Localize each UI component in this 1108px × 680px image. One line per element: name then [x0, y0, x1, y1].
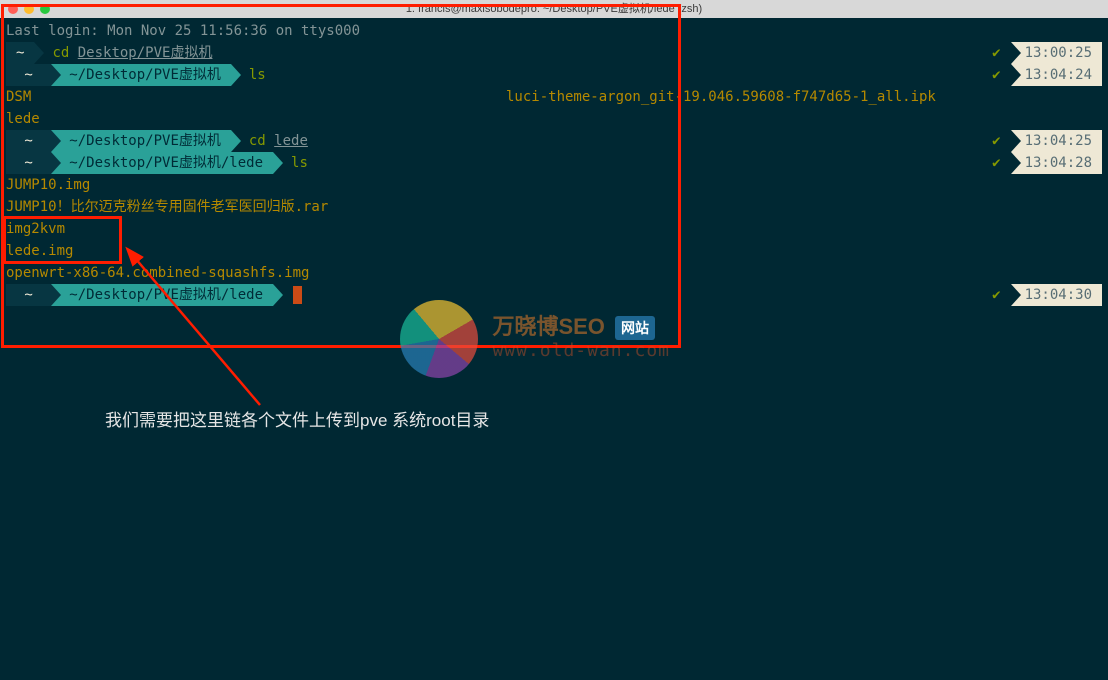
output-line: DSM luci-theme-argon_git-19.046.59608-f7… — [6, 86, 1102, 108]
watermark: 万晓博SEO 网站 www.old-wan.com — [400, 300, 730, 378]
command-text: cd Desktop/PVE虚拟机 — [52, 42, 212, 64]
timestamp: 13:04:30 — [1011, 284, 1102, 306]
path-segment: ~/Desktop/PVE虚拟机 — [51, 64, 231, 86]
path-segment: ~/Desktop/PVE虚拟机/lede — [51, 152, 273, 174]
window-title: 1. francis@maxisobodepro: ~/Desktop/PVE虚… — [0, 0, 1108, 20]
annotation-caption: 我们需要把这里链各个文件上传到pve 系统root目录 — [105, 410, 489, 432]
path-home-segment: ~ — [6, 64, 51, 86]
chevron-right-icon — [231, 130, 241, 152]
chevron-right-icon — [34, 42, 44, 64]
check-icon: ✔ — [992, 64, 1000, 86]
check-icon: ✔ — [992, 152, 1000, 174]
terminal-content[interactable]: Last login: Mon Nov 25 11:56:36 on ttys0… — [0, 18, 1108, 308]
output-line: openwrt-x86-64.combined-squashfs.img — [6, 262, 1102, 284]
check-icon: ✔ — [992, 130, 1000, 152]
check-icon: ✔ — [992, 42, 1000, 64]
chevron-right-icon — [273, 152, 283, 174]
path-home-segment: ~ — [6, 152, 51, 174]
command-text: ls — [291, 152, 308, 174]
command-text: ls — [249, 64, 266, 86]
path-segment: ~/Desktop/PVE虚拟机 — [51, 130, 231, 152]
path-home-segment: ~ — [6, 284, 51, 306]
output-line: lede — [6, 108, 1102, 130]
timestamp: 13:04:28 — [1011, 152, 1102, 174]
timestamp: 13:00:25 — [1011, 42, 1102, 64]
titlebar: 1. francis@maxisobodepro: ~/Desktop/PVE虚… — [0, 0, 1108, 18]
command-text: cd lede — [249, 130, 308, 152]
prompt-line: ~ cd Desktop/PVE虚拟机 ✔ 13:00:25 — [6, 42, 1102, 64]
chevron-right-icon — [231, 64, 241, 86]
chevron-right-icon — [273, 284, 283, 306]
output-line: JUMP10！比尔迈克粉丝专用固件老军医回归版.rar — [6, 196, 1102, 218]
path-segment: ~/Desktop/PVE虚拟机/lede — [51, 284, 273, 306]
prompt-line: ~ ~/Desktop/PVE虚拟机 cd lede ✔ 13:04:25 — [6, 130, 1102, 152]
timestamp: 13:04:25 — [1011, 130, 1102, 152]
cursor — [293, 286, 302, 304]
timestamp: 13:04:24 — [1011, 64, 1102, 86]
output-line: img2kvm — [6, 218, 1102, 240]
path-segment: ~ — [6, 42, 34, 64]
path-home-segment: ~ — [6, 130, 51, 152]
output-line: JUMP10.img — [6, 174, 1102, 196]
prompt-line: ~ ~/Desktop/PVE虚拟机/lede ls ✔ 13:04:28 — [6, 152, 1102, 174]
last-login-line: Last login: Mon Nov 25 11:56:36 on ttys0… — [6, 20, 1102, 42]
watermark-title: 万晓博SEO — [492, 314, 604, 339]
watermark-badge: 网站 — [615, 316, 655, 340]
prompt-line: ~ ~/Desktop/PVE虚拟机 ls ✔ 13:04:24 — [6, 64, 1102, 86]
last-login-text: Last login: Mon Nov 25 11:56:36 on ttys0… — [6, 20, 360, 42]
prompt-line-current[interactable]: ~ ~/Desktop/PVE虚拟机/lede ✔ 13:04:30 — [6, 284, 1102, 306]
output-line: lede.img — [6, 240, 1102, 262]
watermark-logo-icon — [400, 300, 478, 378]
check-icon: ✔ — [992, 284, 1000, 306]
watermark-url: www.old-wan.com — [492, 340, 670, 362]
